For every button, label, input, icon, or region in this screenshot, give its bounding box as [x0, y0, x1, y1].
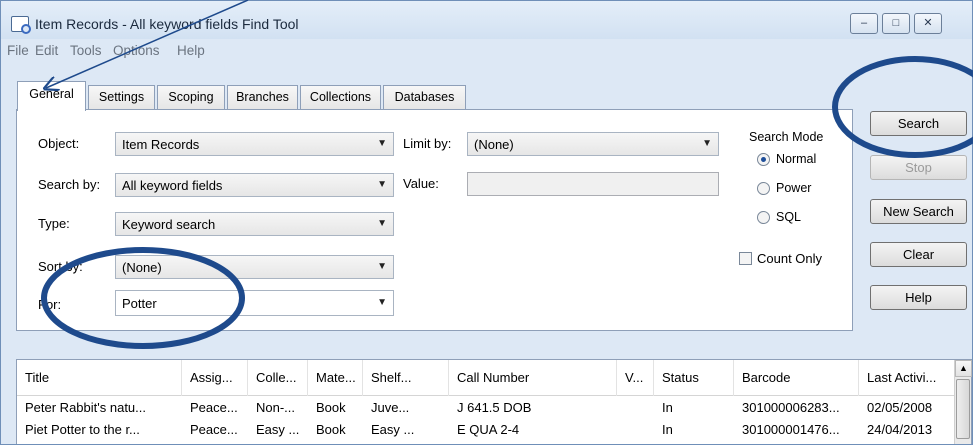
sortby-value: (None) — [122, 260, 162, 275]
cell-volume — [617, 398, 625, 418]
general-tab-panel: Object: Item Records ▼ Search by: All ke… — [16, 109, 853, 331]
cell-call-number: J 641.5 DOB — [457, 400, 532, 415]
column-header-shelf[interactable]: Shelf... — [363, 360, 449, 396]
search-mode-group: Search Mode Normal Power SQL — [739, 130, 839, 240]
column-header-status[interactable]: Status — [654, 360, 734, 396]
object-label: Object: — [38, 136, 80, 151]
column-header-collection[interactable]: Colle... — [248, 360, 308, 396]
chevron-down-icon: ▼ — [377, 138, 387, 149]
radio-normal-label: Normal — [776, 152, 817, 166]
tab-general[interactable]: General — [17, 81, 86, 111]
tab-databases[interactable]: Databases — [383, 85, 466, 109]
cell-last-activity: 24/04/2013 — [867, 422, 933, 437]
maximize-button[interactable]: □ — [882, 13, 910, 34]
value-label: Value: — [403, 176, 439, 191]
menu-help[interactable]: Help — [177, 43, 205, 58]
stop-button[interactable]: Stop — [870, 155, 967, 180]
close-button[interactable]: ✕ — [914, 13, 942, 34]
cell-title: Peter Rabbit's natu... — [25, 400, 146, 415]
type-label: Type: — [38, 216, 70, 231]
object-dropdown[interactable]: Item Records ▼ — [115, 132, 394, 156]
new-search-button[interactable]: New Search — [870, 199, 967, 224]
minimize-button[interactable]: – — [850, 13, 878, 34]
cell-barcode: 301000001476... — [742, 422, 840, 437]
find-tool-app-icon — [11, 16, 31, 34]
column-header-material[interactable]: Mate... — [308, 360, 363, 396]
table-row[interactable]: Piet Potter to the r... Peace... Easy ..… — [17, 420, 954, 440]
tab-collections[interactable]: Collections — [300, 85, 381, 109]
for-value: Potter — [122, 296, 157, 311]
results-list: Title Assig... Colle... Mate... Shelf...… — [16, 359, 972, 444]
chevron-down-icon: ▼ — [377, 297, 387, 308]
tab-branches[interactable]: Branches — [227, 85, 298, 109]
cell-status: In — [662, 400, 673, 415]
help-button[interactable]: Help — [870, 285, 967, 310]
cell-assigned: Peace... — [190, 400, 238, 415]
cell-material: Book — [316, 422, 346, 437]
for-label: For: — [38, 297, 62, 312]
cell-barcode: 301000006283... — [742, 400, 840, 415]
cell-call-number: E QUA 2-4 — [457, 422, 520, 437]
searchby-label: Search by: — [38, 177, 101, 192]
sortby-dropdown[interactable]: (None) ▼ — [115, 255, 394, 279]
chevron-down-icon: ▼ — [377, 179, 387, 190]
menu-file[interactable]: File — [7, 43, 29, 58]
find-tool-window: Item Records - All keyword fields Find T… — [0, 0, 973, 445]
type-dropdown[interactable]: Keyword search ▼ — [115, 212, 394, 236]
menu-bar: File Edit Tools Options Help — [1, 41, 972, 63]
chevron-down-icon: ▼ — [377, 261, 387, 272]
cell-collection: Non-... — [256, 400, 296, 415]
column-header-assigned[interactable]: Assig... — [182, 360, 248, 396]
chevron-down-icon: ▼ — [702, 138, 712, 149]
count-only-label: Count Only — [757, 251, 823, 266]
scroll-thumb[interactable] — [956, 379, 970, 439]
radio-power[interactable] — [757, 182, 770, 195]
for-combobox[interactable]: Potter ▼ — [115, 290, 394, 316]
clear-button[interactable]: Clear — [870, 242, 967, 267]
column-header-call-number[interactable]: Call Number — [449, 360, 617, 396]
cell-volume — [617, 420, 625, 440]
type-value: Keyword search — [122, 217, 216, 232]
radio-sql-label: SQL — [776, 210, 802, 224]
cell-collection: Easy ... — [256, 422, 300, 437]
cell-title: Piet Potter to the r... — [25, 422, 140, 437]
table-row[interactable]: Peter Rabbit's natu... Peace... Non-... … — [17, 398, 954, 418]
menu-options[interactable]: Options — [113, 43, 160, 58]
tab-settings[interactable]: Settings — [88, 85, 155, 109]
chevron-down-icon: ▼ — [377, 218, 387, 229]
searchby-value: All keyword fields — [122, 178, 223, 193]
limitby-label: Limit by: — [403, 136, 452, 151]
cell-assigned: Peace... — [190, 422, 238, 437]
object-value: Item Records — [122, 137, 200, 152]
results-scrollbar[interactable]: ▲ — [954, 360, 972, 444]
radio-normal[interactable] — [757, 153, 770, 166]
value-input[interactable] — [467, 172, 719, 196]
searchby-dropdown[interactable]: All keyword fields ▼ — [115, 173, 394, 197]
search-button[interactable]: Search — [870, 111, 967, 136]
radio-sql[interactable] — [757, 211, 770, 224]
limitby-dropdown[interactable]: (None) ▼ — [467, 132, 719, 156]
title-bar: Item Records - All keyword fields Find T… — [1, 1, 972, 39]
search-mode-title: Search Mode — [749, 130, 824, 144]
chevron-up-icon[interactable]: ▲ — [955, 360, 972, 377]
column-header-last-activity[interactable]: Last Activi... — [859, 360, 954, 396]
sortby-label: Sort by: — [38, 259, 83, 274]
radio-power-label: Power — [776, 181, 812, 195]
column-header-title[interactable]: Title — [17, 360, 182, 396]
cell-shelf: Easy ... — [371, 422, 415, 437]
cell-material: Book — [316, 400, 346, 415]
results-header: Title Assig... Colle... Mate... Shelf...… — [17, 360, 954, 396]
menu-edit[interactable]: Edit — [35, 43, 58, 58]
tab-scoping[interactable]: Scoping — [157, 85, 225, 109]
window-title: Item Records - All keyword fields Find T… — [35, 16, 299, 32]
limitby-value: (None) — [474, 137, 514, 152]
cell-last-activity: 02/05/2008 — [867, 400, 933, 415]
column-header-volume[interactable]: V... — [617, 360, 654, 396]
column-header-barcode[interactable]: Barcode — [734, 360, 859, 396]
count-only-checkbox[interactable] — [739, 252, 752, 265]
cell-shelf: Juve... — [371, 400, 410, 415]
menu-tools[interactable]: Tools — [70, 43, 102, 58]
cell-status: In — [662, 422, 673, 437]
